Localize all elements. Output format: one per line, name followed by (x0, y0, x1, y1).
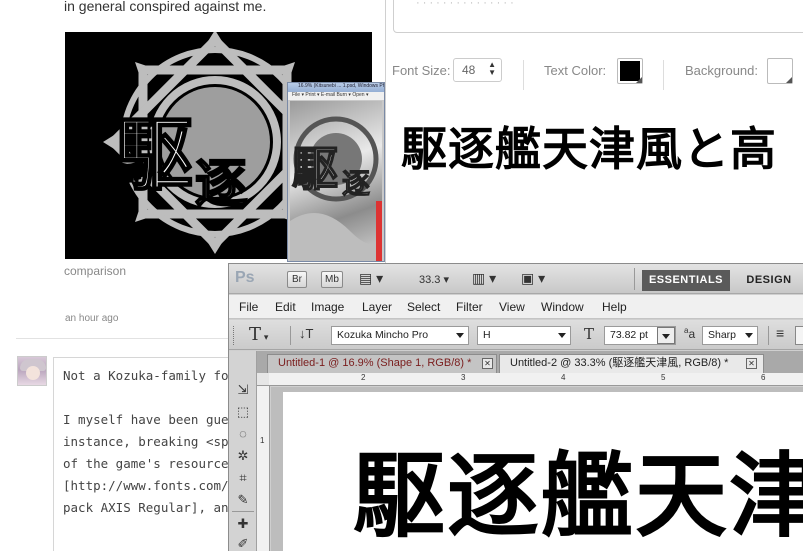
post-timestamp[interactable]: an hour ago (65, 313, 118, 324)
canvas-type-layer[interactable]: 駆逐艦天津 (353, 422, 803, 551)
chevron-down-icon (745, 333, 753, 338)
antialias-icon: aa (684, 326, 696, 341)
menu-bar: File Edit Image Layer Select Filter View… (229, 295, 803, 319)
viewer-menu: File ▾ Print ▾ E-mail Burn ▾ Open ▾ (288, 92, 384, 100)
move-tool-icon[interactable]: ⇲ (234, 381, 252, 399)
type-tool-icon[interactable]: T ▾ (249, 324, 268, 345)
menu-image[interactable]: Image (311, 300, 344, 314)
comment-line: Not a Kozuka-family fo (63, 368, 229, 383)
background-color-swatch[interactable] (767, 58, 793, 84)
menu-layer[interactable]: Layer (362, 300, 392, 314)
chevron-down-icon (662, 334, 670, 339)
viewer-glyph-1: 駆 (292, 142, 338, 196)
menu-help[interactable]: Help (602, 300, 627, 314)
horizontal-ruler: 2 3 4 5 6 (269, 373, 803, 386)
align-left-icon[interactable]: ≡ (776, 325, 784, 341)
document-tabs: ▸▸ Untitled-1 @ 16.9% (Shape 1, RGB/8) *… (229, 351, 803, 373)
document-canvas[interactable]: 駆逐艦天津 (283, 392, 803, 551)
zoom-level[interactable]: 33.3 ▾ (419, 273, 449, 286)
chevron-down-icon (558, 333, 566, 338)
screen: in general conspired against me. 駆 逐 com… (0, 0, 803, 551)
background-label: Background: (685, 63, 758, 78)
tab-untitled-2[interactable]: Untitled-2 @ 33.3% (駆逐艦天津風, RGB/8) * ✕ (499, 354, 764, 373)
design-workspace-button[interactable]: DESIGN (739, 270, 799, 291)
application-bar: Ps Br Mb ▤ ▾ 33.3 ▾ ▥ ▾ ▣ ▾ ESSENTIALS D… (229, 264, 803, 294)
photoshop-logo: Ps (235, 269, 255, 286)
stepper-arrows-icon[interactable]: ▲ ▼ (488, 61, 496, 77)
avatar[interactable] (17, 356, 47, 386)
essentials-workspace-button[interactable]: ESSENTIALS (642, 270, 730, 291)
font-family-select[interactable]: Kozuka Mincho Pro (331, 326, 469, 345)
brush-tool-icon[interactable]: ✐ (234, 535, 252, 551)
comment-line: instance, breaking <sp (63, 434, 229, 449)
chevron-down-icon (456, 333, 464, 338)
image-caption: comparison (64, 264, 127, 278)
menu-select[interactable]: Select (407, 300, 440, 314)
viewer-title: 16.9% (Kitsunebi ... 1.psd, Windows Phot… (288, 83, 384, 92)
close-icon[interactable]: ✕ (746, 358, 757, 369)
toggle-orientation-icon[interactable]: ↓T (299, 326, 313, 341)
bridge-button[interactable]: Br (287, 271, 307, 288)
font-size-icon: T (584, 325, 595, 343)
comment-body: Not a Kozuka-family fo I myself have bee… (53, 357, 253, 551)
healing-brush-tool-icon[interactable]: ✚ (234, 515, 252, 533)
close-icon[interactable]: ✕ (482, 358, 493, 369)
menu-view[interactable]: View (499, 300, 525, 314)
photo-viewer-thumbnail: 16.9% (Kitsunebi ... 1.psd, Windows Phot… (287, 82, 385, 262)
emblem-glyph-2: 逐 (195, 154, 247, 215)
comment-line: I myself have been gue (63, 412, 229, 427)
tab-untitled-1[interactable]: Untitled-1 @ 16.9% (Shape 1, RGB/8) * ✕ (267, 354, 497, 373)
vertical-ruler: 1 (257, 386, 270, 551)
font-style-select[interactable]: H (477, 326, 571, 345)
align-center-button[interactable] (795, 326, 803, 345)
viewer-glyph-2: 逐 (342, 167, 370, 200)
marquee-tool-icon[interactable]: ⬚ (234, 403, 252, 421)
menu-edit[interactable]: Edit (275, 300, 296, 314)
font-size-label: Font Size: (392, 63, 451, 78)
menu-window[interactable]: Window (541, 300, 584, 314)
font-preview-text: 駆逐艦天津風と高 (401, 122, 777, 176)
menu-filter[interactable]: Filter (456, 300, 483, 314)
comment-line: of the game's resource (63, 456, 229, 471)
screen-layout-icon[interactable]: ▣ ▾ (521, 270, 545, 287)
magic-wand-tool-icon[interactable]: ✲ (234, 447, 252, 465)
options-bar: T ▾ ↓T Kozuka Mincho Pro H T 73.82 pt aa… (229, 320, 803, 350)
screen-mode-icon[interactable]: ▤ ▾ (359, 270, 383, 287)
menu-file[interactable]: File (239, 300, 258, 314)
lasso-tool-icon[interactable]: ◌ (234, 425, 252, 443)
antialias-select[interactable]: Sharp (702, 326, 758, 345)
post-text: in general conspired against me. (64, 0, 267, 14)
picker-corner-icon (636, 77, 642, 83)
comment-line: pack AXIS Regular], an (63, 500, 229, 515)
picker-corner-icon (786, 77, 792, 83)
text-color-label: Text Color: (544, 63, 607, 78)
eyedropper-tool-icon[interactable]: ✎ (234, 491, 252, 509)
mini-bridge-button[interactable]: Mb (321, 271, 343, 288)
crop-tool-icon[interactable]: ⌗ (234, 469, 252, 487)
comment-link-line[interactable]: [http://www.fonts.com/ (63, 478, 229, 493)
font-size-stepper[interactable]: 48 ▲ ▼ (453, 58, 502, 82)
viewer-image: 駆 逐 (290, 101, 382, 261)
emblem-glyph-1: 駆 (115, 110, 193, 201)
font-preview-panel: · · · · · · · · · · · · · · · Font Size:… (385, 0, 803, 270)
document-canvas-area[interactable]: 駆逐艦天津 (271, 387, 803, 551)
photoshop-window: Ps Br Mb ▤ ▾ 33.3 ▾ ▥ ▾ ▣ ▾ ESSENTIALS D… (228, 263, 803, 551)
text-color-swatch[interactable] (617, 58, 643, 84)
arrange-documents-icon[interactable]: ▥ ▾ (472, 270, 496, 287)
preview-text-input[interactable]: · · · · · · · · · · · · · · · (393, 0, 803, 33)
tools-panel: ⇲ ⬚ ◌ ✲ ⌗ ✎ ✚ ✐ (229, 351, 257, 551)
font-size-dropdown[interactable] (657, 327, 675, 344)
